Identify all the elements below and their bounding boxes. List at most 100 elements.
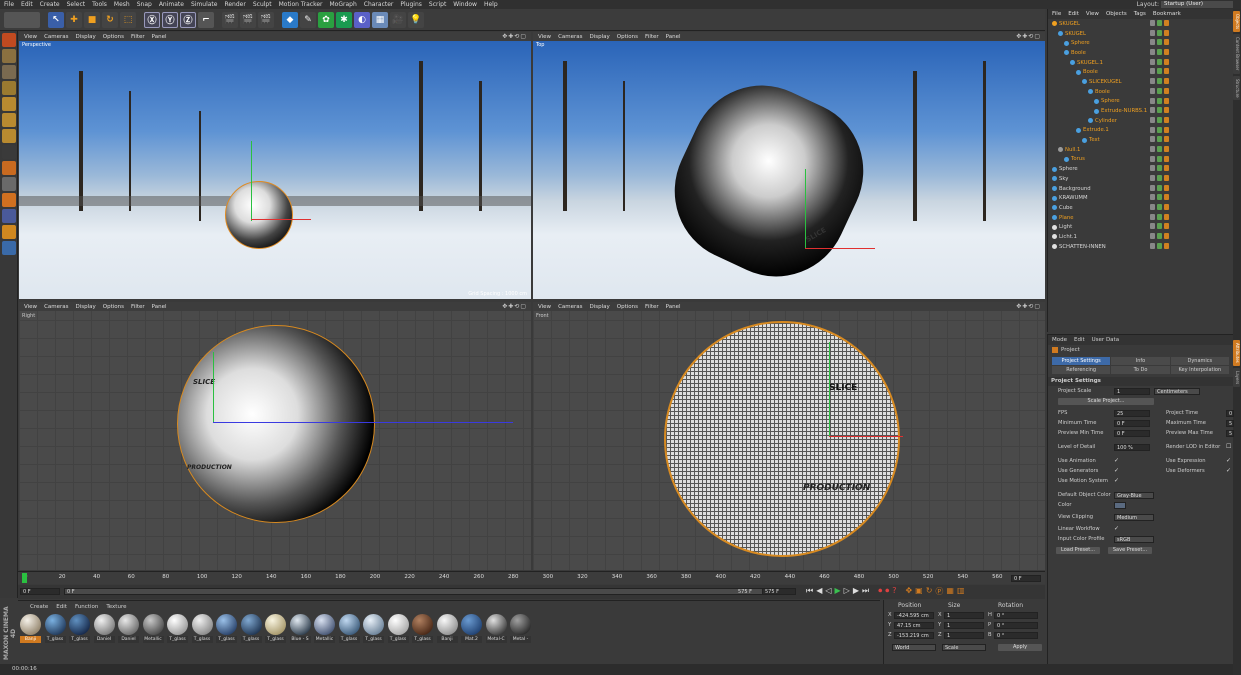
object-label[interactable]: SCHATTEN-INNEN: [1059, 244, 1106, 250]
phong-tag-icon[interactable]: [1164, 145, 1169, 152]
phong-tag-icon[interactable]: [1164, 68, 1169, 75]
material-swatch[interactable]: T_glass: [69, 614, 90, 646]
enabled-check-icon[interactable]: [1157, 184, 1162, 191]
preview-range-slider[interactable]: 0 F: [64, 588, 778, 595]
current-frame-field[interactable]: 0 F: [1011, 575, 1041, 582]
object-label[interactable]: Extrude-NURBS.1: [1101, 108, 1147, 114]
phong-tag-icon[interactable]: [1164, 116, 1169, 123]
slice-sphere-object[interactable]: [177, 325, 375, 523]
mat-menu-function[interactable]: Function: [75, 604, 98, 610]
obj-menu-bookmark[interactable]: Bookmark: [1153, 11, 1181, 17]
visibility-icon[interactable]: [1150, 175, 1155, 181]
menu-motion-tracker[interactable]: Motion Tracker: [279, 1, 323, 8]
object-row[interactable]: Plane: [1048, 213, 1233, 223]
material-swatch[interactable]: T_glass: [191, 614, 213, 646]
timeline-window-icon[interactable]: ▥: [957, 586, 965, 597]
checkbox-use-deformers[interactable]: ✓: [1226, 468, 1232, 474]
phong-tag-icon[interactable]: [1164, 29, 1169, 36]
scale-key-icon[interactable]: ▣: [915, 586, 923, 597]
menu-plugins[interactable]: Plugins: [400, 1, 422, 8]
object-label[interactable]: Sphere: [1101, 98, 1120, 104]
enabled-check-icon[interactable]: [1157, 29, 1162, 36]
enabled-check-icon[interactable]: [1157, 145, 1162, 152]
menu-options[interactable]: Options: [103, 34, 124, 40]
y-axis-handle[interactable]: [213, 352, 214, 422]
menu-file[interactable]: File: [4, 1, 14, 8]
attr-tab-key-interpolation[interactable]: Key Interpolation: [1170, 366, 1229, 374]
menu-view[interactable]: View: [538, 304, 551, 310]
obj-menu-view[interactable]: View: [1086, 11, 1099, 17]
input-lod[interactable]: 100 %: [1114, 443, 1150, 451]
camera-icon[interactable]: 🎥: [390, 11, 406, 28]
object-row[interactable]: Licht.1: [1048, 232, 1233, 242]
obj-menu-edit[interactable]: Edit: [1068, 11, 1079, 17]
enabled-check-icon[interactable]: [1157, 175, 1162, 181]
menu-snap[interactable]: Snap: [137, 1, 152, 8]
coord-rotation-field[interactable]: 0 °: [994, 631, 1038, 639]
x-axis-handle[interactable]: [805, 248, 875, 249]
material-swatch[interactable]: Daniel: [118, 614, 139, 646]
x-axis-handle[interactable]: [829, 436, 903, 437]
make-editable-icon[interactable]: [2, 33, 16, 47]
enabled-check-icon[interactable]: [1157, 58, 1162, 65]
material-swatch[interactable]: T_glass: [216, 614, 237, 646]
tab-structure[interactable]: Structure: [1233, 75, 1240, 101]
phong-tag-icon[interactable]: [1164, 78, 1169, 85]
visibility-icon[interactable]: [1150, 87, 1155, 94]
undo-redo-icon[interactable]: [4, 11, 40, 28]
object-row[interactable]: Light: [1048, 222, 1233, 232]
menu-cameras[interactable]: Cameras: [44, 34, 68, 40]
x-axis-handle[interactable]: [251, 219, 311, 220]
autokey-icon[interactable]: ⏺: [885, 586, 889, 597]
attr-menu-mode[interactable]: Mode: [1052, 337, 1067, 343]
timeline-playhead[interactable]: [22, 573, 27, 583]
menu-create[interactable]: Create: [40, 1, 60, 8]
record-icon[interactable]: ⏺: [878, 586, 882, 597]
object-label[interactable]: Sphere: [1071, 40, 1090, 46]
checkbox-use-generators[interactable]: ✓: [1114, 468, 1120, 474]
scale-project-button[interactable]: Scale Project...: [1058, 397, 1154, 405]
viewport-nav-icons[interactable]: ✥✚⟲▢: [502, 303, 527, 310]
material-swatch[interactable]: T_glass: [167, 614, 188, 646]
object-row[interactable]: Text: [1048, 135, 1233, 145]
enabled-check-icon[interactable]: [1157, 116, 1162, 123]
object-row[interactable]: Boole: [1048, 87, 1233, 97]
object-row[interactable]: Null.1: [1048, 145, 1233, 155]
phong-tag-icon[interactable]: [1164, 20, 1169, 26]
phong-tag-icon[interactable]: [1164, 136, 1169, 143]
attr-menu-edit[interactable]: Edit: [1074, 337, 1085, 343]
tweak-mode-icon[interactable]: [2, 161, 16, 175]
object-label[interactable]: SKUGEL: [1059, 21, 1080, 27]
input-project-scale[interactable]: 1: [1114, 387, 1150, 395]
tab-attributes[interactable]: Attributes: [1233, 340, 1240, 366]
mat-menu-texture[interactable]: Texture: [106, 604, 126, 610]
material-swatch[interactable]: Metal -: [510, 614, 531, 646]
cube-primitive-icon[interactable]: ◆: [282, 11, 298, 28]
mat-menu-create[interactable]: Create: [30, 604, 48, 610]
menu-edit[interactable]: Edit: [21, 1, 33, 8]
visibility-icon[interactable]: [1150, 116, 1155, 123]
menu-mesh[interactable]: Mesh: [114, 1, 130, 8]
object-row[interactable]: SKUGEL: [1048, 19, 1233, 29]
attr-tab-dynamics[interactable]: Dynamics: [1170, 357, 1229, 365]
position-key-icon[interactable]: ✥: [905, 586, 912, 597]
phong-tag-icon[interactable]: [1164, 223, 1169, 230]
mat-menu-edit[interactable]: Edit: [56, 604, 67, 610]
object-label[interactable]: Sphere: [1059, 166, 1078, 172]
checkbox-use-animation[interactable]: ✓: [1114, 458, 1120, 464]
material-swatch[interactable]: T_glass: [265, 614, 286, 646]
visibility-icon[interactable]: [1150, 39, 1155, 46]
object-label[interactable]: Text: [1089, 137, 1100, 143]
object-label[interactable]: Boole: [1083, 69, 1098, 75]
apply-button[interactable]: Apply: [998, 644, 1042, 651]
menu-script[interactable]: Script: [429, 1, 446, 8]
select-view-clipping[interactable]: Medium: [1114, 513, 1154, 521]
phong-tag-icon[interactable]: [1164, 213, 1169, 220]
model-mode-icon[interactable]: [2, 49, 16, 63]
enabled-check-icon[interactable]: [1157, 97, 1162, 104]
object-row[interactable]: Boole: [1048, 67, 1233, 77]
phong-tag-icon[interactable]: [1164, 242, 1169, 249]
color-swatch[interactable]: [1114, 501, 1126, 509]
select-input-color-profile[interactable]: sRGB: [1114, 535, 1154, 543]
menu-display[interactable]: Display: [590, 34, 610, 40]
